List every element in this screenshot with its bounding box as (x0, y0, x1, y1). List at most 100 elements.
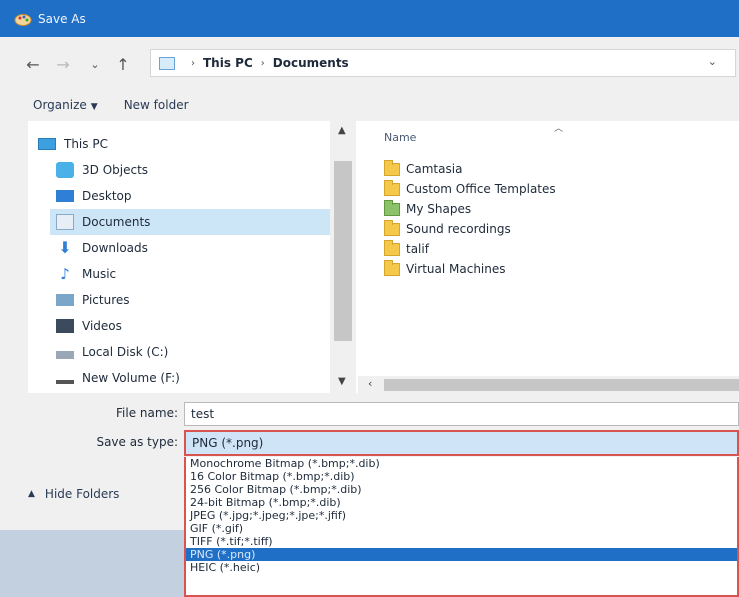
3d-objects-icon (56, 162, 74, 178)
nav-item-label: Pictures (82, 293, 130, 307)
file-item-custom-office-templates[interactable]: Custom Office Templates (384, 179, 556, 199)
file-type-option[interactable]: 16 Color Bitmap (*.bmp;*.dib) (186, 470, 737, 483)
back-arrow-icon[interactable]: ← (22, 53, 44, 75)
file-item-label: Custom Office Templates (406, 182, 556, 196)
up-arrow-icon[interactable]: ↑ (112, 53, 134, 75)
special-folder-icon (384, 199, 400, 216)
file-list-horizontal-scrollbar[interactable]: ‹ (358, 376, 739, 394)
address-bar[interactable]: › This PC › Documents ⌄ (150, 49, 736, 77)
organize-label: Organize (33, 98, 87, 112)
nav-item-this-pc[interactable]: This PC (38, 131, 338, 157)
nav-item-videos[interactable]: Videos (56, 313, 338, 339)
file-type-option-selected[interactable]: PNG (*.png) (186, 548, 737, 561)
file-type-dropdown-list: Monochrome Bitmap (*.bmp;*.dib) 16 Color… (184, 457, 739, 597)
nav-item-music[interactable]: ♪ Music (56, 261, 338, 287)
save-as-dialog: Save As ← → ⌄ ↑ › This PC › Documents ⌄ … (0, 0, 739, 597)
nav-item-label: Downloads (82, 241, 148, 255)
paint-app-icon (14, 13, 32, 26)
navigation-pane: This PC 3D Objects Desktop Documents ⬇ D… (28, 121, 358, 393)
sort-ascending-icon: ︿ (554, 124, 564, 134)
file-name-label: File name: (116, 406, 178, 420)
address-row: ← → ⌄ ↑ › This PC › Documents ⌄ (0, 37, 739, 89)
nav-item-label: Desktop (82, 189, 132, 203)
pc-icon (38, 138, 56, 150)
file-item-virtual-machines[interactable]: Virtual Machines (384, 259, 506, 279)
name-column-header[interactable]: Name (384, 131, 416, 144)
nav-item-label: Local Disk (C:) (82, 345, 169, 359)
save-as-type-label: Save as type: (96, 435, 178, 449)
nav-item-documents[interactable]: Documents (50, 209, 338, 235)
file-item-camtasia[interactable]: Camtasia (384, 159, 462, 179)
nav-item-label: New Volume (F:) (82, 371, 180, 385)
nav-item-label: Videos (82, 319, 122, 333)
address-dropdown-chevron-icon[interactable]: ⌄ (708, 55, 717, 68)
file-type-option[interactable]: HEIC (*.heic) (186, 561, 737, 574)
organize-menu-button[interactable]: Organize ▼ (33, 98, 98, 112)
documents-icon (56, 214, 74, 230)
file-item-label: Sound recordings (406, 222, 511, 236)
downloads-icon: ⬇ (58, 238, 72, 257)
nav-item-label: 3D Objects (82, 163, 149, 177)
file-list: ︿ Name Camtasia Custom Office Templates … (358, 121, 739, 376)
nav-item-label: Music (82, 267, 117, 281)
scroll-left-icon[interactable]: ‹ (368, 377, 372, 390)
breadcrumb-documents[interactable]: Documents (273, 56, 349, 70)
organize-caret-icon: ▼ (90, 102, 98, 112)
breadcrumb-this-pc[interactable]: This PC (203, 56, 253, 70)
folder-icon (384, 179, 400, 196)
recent-locations-chevron-icon[interactable]: ⌄ (84, 53, 106, 75)
pictures-icon (56, 294, 74, 306)
folder-icon (384, 239, 400, 256)
save-as-type-select[interactable]: PNG (*.png) (184, 430, 739, 456)
scroll-down-icon[interactable]: ▼ (338, 376, 346, 387)
nav-item-3d-objects[interactable]: 3D Objects (56, 157, 338, 183)
pc-location-icon (159, 56, 175, 70)
nav-pane-scrollbar[interactable]: ▲ ▼ (330, 121, 356, 393)
file-type-option[interactable]: Monochrome Bitmap (*.bmp;*.dib) (186, 457, 737, 470)
file-item-label: talif (406, 242, 429, 256)
disk-icon (56, 351, 74, 359)
hide-folders-button[interactable]: ▲ Hide Folders (28, 487, 119, 501)
file-item-label: Virtual Machines (406, 262, 506, 276)
command-bar: Organize ▼ New folder (0, 89, 739, 121)
nav-item-label: Documents (82, 215, 151, 229)
file-type-option[interactable]: TIFF (*.tif;*.tiff) (186, 535, 737, 548)
file-type-option[interactable]: JPEG (*.jpg;*.jpeg;*.jpe;*.jfif) (186, 509, 737, 522)
scrollbar-thumb[interactable] (334, 161, 352, 341)
nav-item-pictures[interactable]: Pictures (56, 287, 338, 313)
breadcrumb-separator-icon: › (191, 57, 195, 69)
music-icon: ♪ (60, 265, 70, 283)
hide-folders-label: Hide Folders (44, 487, 120, 501)
file-item-my-shapes[interactable]: My Shapes (384, 199, 471, 219)
forward-arrow-icon[interactable]: → (52, 53, 74, 75)
collapse-caret-icon: ▲ (28, 489, 35, 499)
save-as-type-value: PNG (*.png) (192, 436, 264, 450)
disk-icon (56, 380, 74, 384)
nav-item-label: This PC (64, 137, 108, 151)
new-folder-button[interactable]: New folder (124, 98, 189, 112)
folder-icon (384, 259, 400, 276)
nav-item-downloads[interactable]: ⬇ Downloads (56, 235, 338, 261)
folder-icon (384, 159, 400, 176)
desktop-icon (56, 190, 74, 202)
file-type-option[interactable]: 256 Color Bitmap (*.bmp;*.dib) (186, 483, 737, 496)
folder-icon (384, 219, 400, 236)
videos-icon (56, 319, 74, 333)
breadcrumb-separator-icon: › (260, 57, 265, 69)
dialog-title: Save As (38, 11, 86, 26)
file-type-option[interactable]: GIF (*.gif) (186, 522, 737, 535)
file-name-value: test (191, 407, 215, 421)
nav-item-desktop[interactable]: Desktop (56, 183, 338, 209)
scroll-up-icon[interactable]: ▲ (338, 125, 346, 136)
file-item-label: My Shapes (406, 202, 472, 216)
file-item-talif[interactable]: talif (384, 239, 429, 259)
scrollbar-thumb[interactable] (384, 379, 739, 391)
nav-item-local-disk[interactable]: Local Disk (C:) (56, 339, 338, 365)
background-region (0, 530, 184, 597)
file-type-option[interactable]: 24-bit Bitmap (*.bmp;*.dib) (186, 496, 737, 509)
nav-item-new-volume[interactable]: New Volume (F:) (56, 365, 338, 391)
title-bar: Save As (0, 0, 739, 37)
file-item-sound-recordings[interactable]: Sound recordings (384, 219, 511, 239)
file-item-label: Camtasia (406, 162, 463, 176)
file-name-input[interactable]: test (184, 402, 739, 426)
